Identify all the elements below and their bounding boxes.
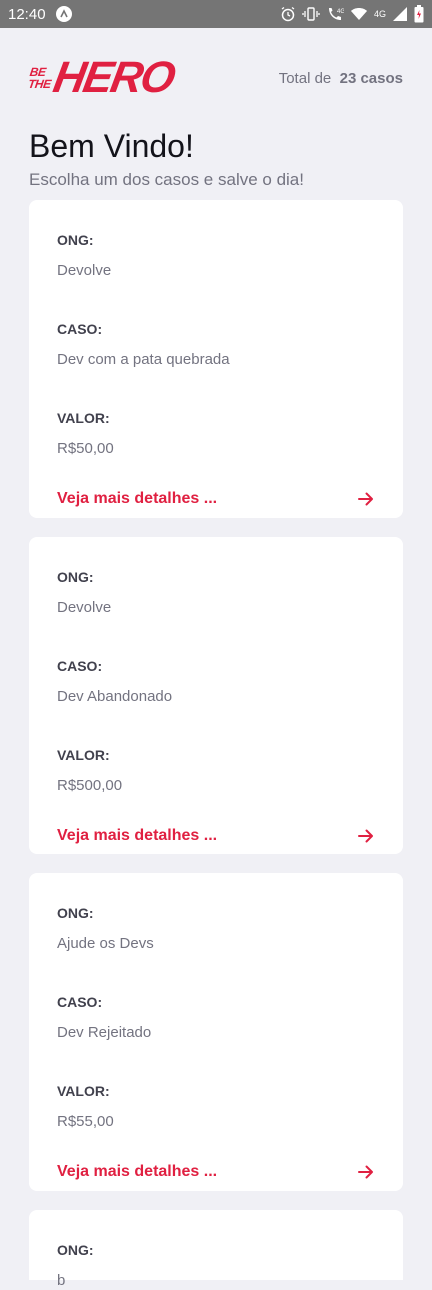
total-cases: Total de 23 casos: [278, 69, 403, 87]
case-label: CASO:: [57, 994, 103, 1010]
alarm-icon: [280, 6, 296, 22]
ong-label: ONG:: [57, 905, 94, 921]
page-title: Bem Vindo!: [29, 128, 194, 164]
value-amount: R$50,00: [57, 440, 114, 457]
case-label: CASO:: [57, 321, 103, 337]
svg-text:4G: 4G: [337, 9, 344, 15]
case-value: Dev Abandonado: [57, 688, 173, 705]
value-amount: R$500,00: [57, 777, 123, 794]
ong-value: b: [57, 1272, 66, 1289]
details-button[interactable]: Veja mais detalhes ...: [57, 1163, 375, 1181]
details-label: Veja mais detalhes ...: [57, 827, 218, 844]
header: BE THE HERO Total de 23 casos: [27, 50, 403, 106]
case-label: CASO:: [57, 658, 103, 674]
ong-label: ONG:: [57, 1242, 94, 1258]
ong-value: Ajude os Devs: [57, 935, 154, 952]
wifi-icon: [350, 6, 368, 22]
network-type: 4G: [373, 8, 386, 19]
arrow-right-icon: [357, 1163, 375, 1181]
details-button[interactable]: Veja mais detalhes ...: [57, 490, 375, 508]
status-time: 12:40: [8, 5, 46, 23]
page-subtitle: Escolha um dos casos e salve o dia!: [29, 170, 304, 189]
signal-icon: [392, 6, 408, 22]
value-label: VALOR:: [57, 410, 110, 426]
value-amount: R$55,00: [57, 1113, 114, 1130]
total-cases-count: 23 casos: [339, 69, 403, 87]
arrow-right-icon: [357, 827, 375, 845]
details-button[interactable]: Veja mais detalhes ...: [57, 827, 375, 845]
details-label: Veja mais detalhes ...: [57, 490, 218, 507]
value-label: VALOR:: [57, 747, 110, 763]
ong-label: ONG:: [57, 569, 94, 585]
ong-value: Devolve: [57, 262, 112, 279]
incident-card: ONG: Ajude os Devs CASO: Dev Rejeitado V…: [29, 873, 403, 1191]
incident-card: ONG: Devolve CASO: Dev Abandonado VALOR:…: [29, 537, 403, 854]
incident-card: ONG: b: [29, 1210, 403, 1289]
status-bar: 12:40 4G 4G: [0, 0, 432, 28]
vibrate-icon: [302, 6, 320, 22]
value-label: VALOR:: [57, 1083, 110, 1099]
battery-icon: [414, 5, 424, 23]
ong-label: ONG:: [57, 232, 94, 248]
be-the-hero-logo: BE THE HERO: [27, 53, 178, 102]
case-value: Dev Rejeitado: [57, 1024, 152, 1041]
wifi-call-icon: 4G: [326, 6, 344, 22]
arrow-right-icon: [357, 490, 375, 508]
case-value: Dev com a pata quebrada: [57, 351, 230, 368]
app-notification-icon: [55, 6, 72, 22]
details-label: Veja mais detalhes ...: [57, 1163, 218, 1180]
ong-value: Devolve: [57, 599, 112, 616]
incident-card: ONG: Devolve CASO: Dev com a pata quebra…: [29, 200, 403, 518]
